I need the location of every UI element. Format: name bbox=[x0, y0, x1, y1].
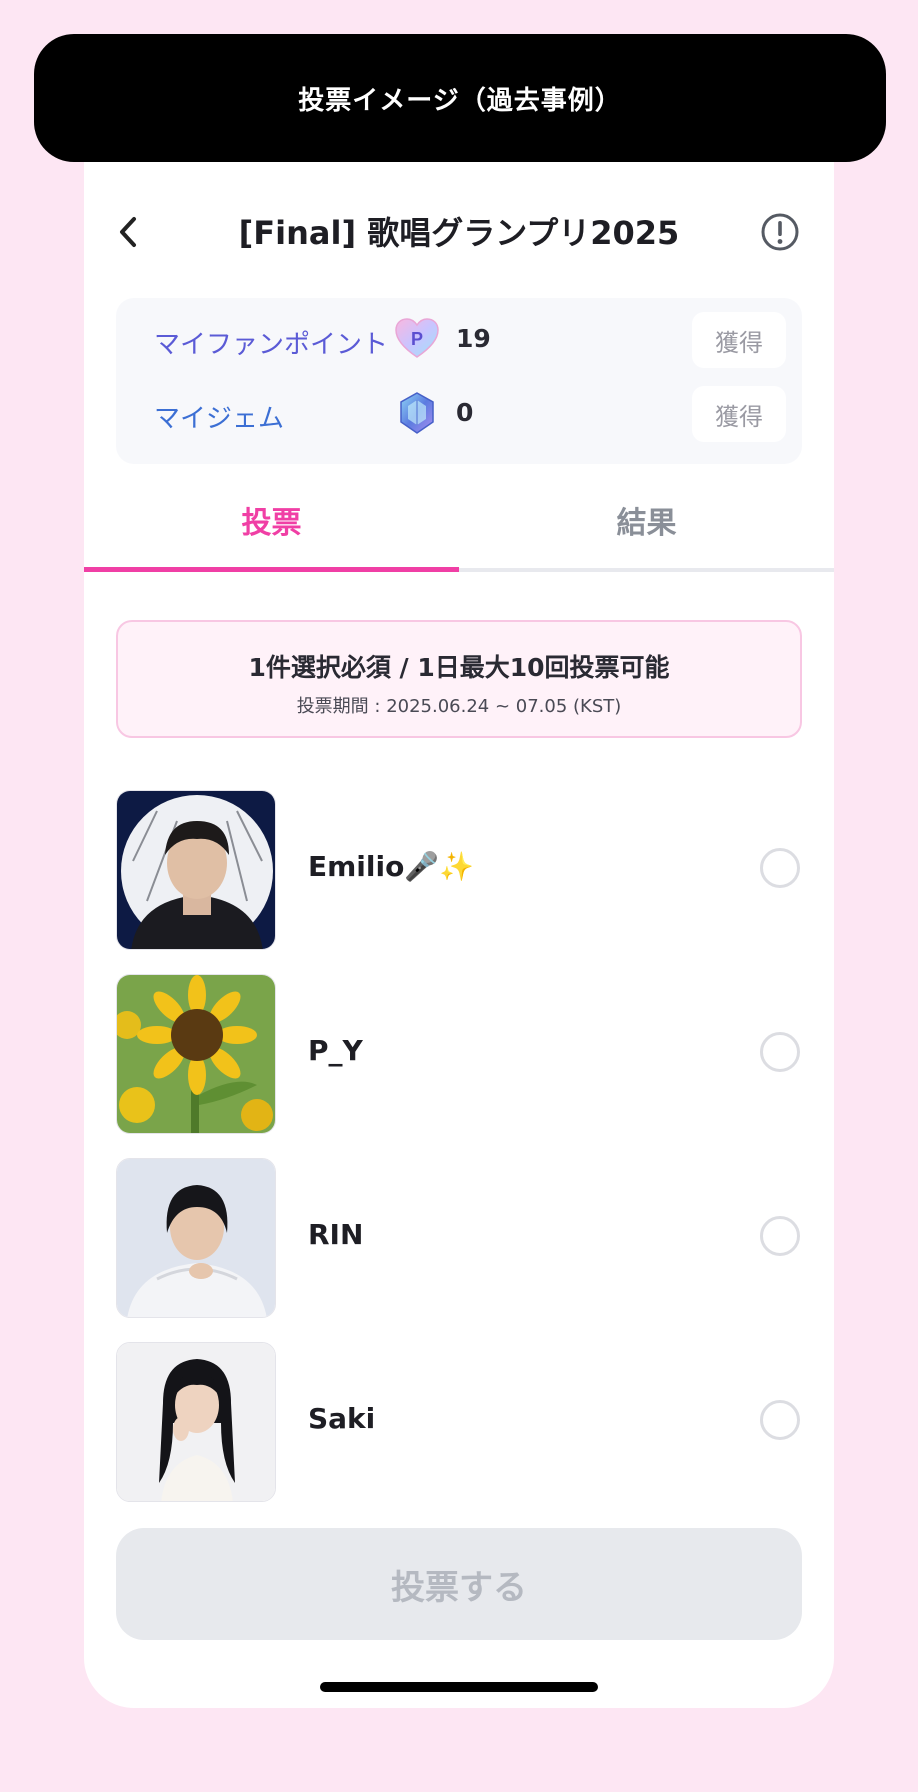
candidate-photo bbox=[117, 1159, 275, 1317]
info-button[interactable] bbox=[756, 208, 804, 256]
candidate-radio[interactable] bbox=[760, 1216, 800, 1256]
svg-text:P: P bbox=[411, 329, 423, 349]
candidate-radio[interactable] bbox=[760, 848, 800, 888]
earn-fan-point-button[interactable]: 獲得 bbox=[692, 312, 786, 368]
candidate-photo bbox=[117, 975, 275, 1133]
vote-period-text: 投票期間 : 2025.06.24 ~ 07.05 (KST) bbox=[296, 696, 622, 717]
tab-result[interactable]: 結果 bbox=[459, 480, 834, 560]
fan-point-value: 19 bbox=[456, 324, 491, 353]
back-button[interactable] bbox=[106, 210, 150, 254]
info-icon bbox=[761, 213, 799, 251]
tab-bar: 投票 結果 bbox=[84, 480, 834, 564]
vote-rule-text: 1件選択必須 / 1日最大10回投票可能 bbox=[248, 653, 670, 682]
banner: 投票イメージ（過去事例） bbox=[34, 34, 886, 162]
candidate-radio[interactable] bbox=[760, 1032, 800, 1072]
vote-button[interactable]: 投票する bbox=[116, 1528, 802, 1640]
candidate-item[interactable]: P_Y bbox=[116, 974, 802, 1134]
gem-label: マイジェム bbox=[154, 404, 285, 434]
home-indicator bbox=[320, 1682, 598, 1692]
tab-vote[interactable]: 投票 bbox=[84, 480, 459, 560]
phone-screen: [Final] 歌唱グランプリ2025 マイファンポイント P 19 獲得 マイ… bbox=[84, 162, 834, 1708]
gem-icon bbox=[400, 392, 434, 434]
candidate-radio[interactable] bbox=[760, 1400, 800, 1440]
candidate-photo bbox=[117, 1343, 275, 1501]
fan-point-label: マイファンポイント bbox=[154, 330, 389, 360]
candidate-item[interactable]: Saki bbox=[116, 1342, 802, 1502]
gem-value: 0 bbox=[456, 398, 474, 427]
gem-row: マイジェム 0 獲得 bbox=[116, 384, 802, 444]
fan-point-row: マイファンポイント P 19 獲得 bbox=[116, 310, 802, 370]
candidate-item[interactable]: Emilio🎤✨ bbox=[116, 790, 802, 950]
page-title: [Final] 歌唱グランプリ2025 bbox=[238, 214, 680, 252]
heart-point-icon: P bbox=[395, 318, 439, 358]
earn-gem-button[interactable]: 獲得 bbox=[692, 386, 786, 442]
candidate-item[interactable]: RIN bbox=[116, 1158, 802, 1318]
candidate-avatar bbox=[116, 1158, 276, 1318]
candidate-name: Saki bbox=[308, 1402, 376, 1435]
candidate-photo bbox=[117, 791, 275, 949]
candidate-avatar bbox=[116, 1342, 276, 1502]
tab-active-indicator bbox=[84, 567, 459, 572]
vote-notice: 1件選択必須 / 1日最大10回投票可能 投票期間 : 2025.06.24 ~… bbox=[116, 620, 802, 738]
candidate-name: P_Y bbox=[308, 1034, 363, 1067]
page-background: 投票イメージ（過去事例） [Final] 歌唱グランプリ2025 マイファンポイ… bbox=[0, 0, 918, 1792]
candidate-name: Emilio🎤✨ bbox=[308, 850, 475, 883]
chevron-left-icon bbox=[120, 217, 136, 247]
candidate-avatar bbox=[116, 790, 276, 950]
banner-text: 投票イメージ（過去事例） bbox=[298, 85, 622, 116]
points-panel: マイファンポイント P 19 獲得 マイジェム 0 獲得 bbox=[116, 298, 802, 464]
candidate-avatar bbox=[116, 974, 276, 1134]
header: [Final] 歌唱グランプリ2025 bbox=[84, 202, 834, 262]
candidate-name: RIN bbox=[308, 1218, 364, 1251]
